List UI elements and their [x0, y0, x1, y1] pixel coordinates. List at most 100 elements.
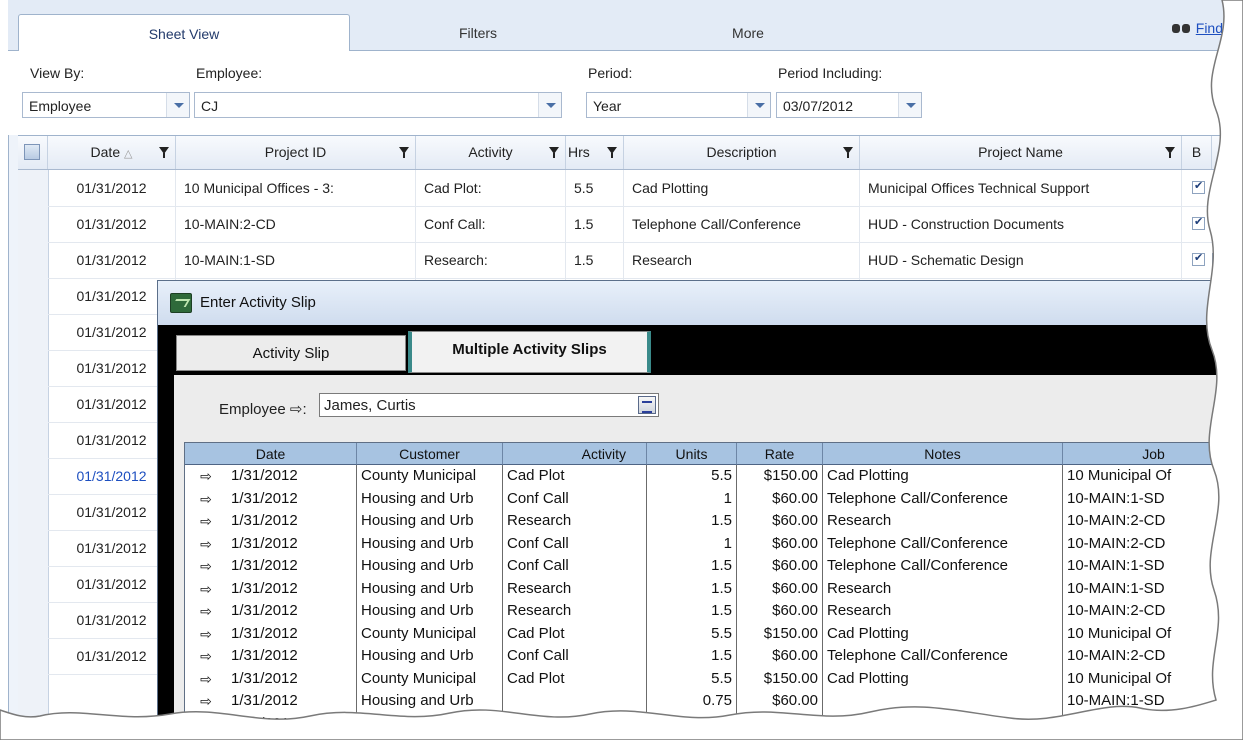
table-row[interactable]: ⇨ 1/31/2012 Housing and Urb Research 1.5 $60.…: [185, 600, 1243, 623]
cell-activity[interactable]: Conf Call: [503, 645, 647, 668]
cell-activity[interactable]: Conf Call: [503, 487, 647, 510]
cell-date[interactable]: 1/31/2012: [227, 465, 357, 488]
cell-project-name[interactable]: HUD - Construction Documents: [860, 206, 1182, 242]
column-header-description[interactable]: Description: [624, 136, 860, 169]
minimize-button[interactable]: [1212, 297, 1243, 319]
cell-date[interactable]: 01/31/2012: [48, 206, 176, 242]
tab-activity-slip[interactable]: Activity Slip: [176, 335, 406, 371]
table-row[interactable]: ⇨ 1/31/2012 County Municipal Cad Plot 5.5 $15…: [185, 622, 1243, 645]
cell-hrs[interactable]: 1.5: [566, 242, 624, 278]
row-arrow-icon[interactable]: ⇨: [185, 645, 227, 668]
cell-activity[interactable]: Cad Plot: [503, 667, 647, 690]
cell-customer[interactable]: Housing and Urb: [357, 645, 503, 668]
cell-job[interactable]: 10-MAIN:1-SD: [1063, 555, 1243, 578]
employee-select[interactable]: CJ: [194, 92, 562, 118]
cell-notes[interactable]: Cad Plotting: [823, 465, 1063, 488]
cell-notes[interactable]: [823, 712, 1063, 735]
row-arrow-icon[interactable]: ⇨: [185, 713, 227, 736]
chevron-down-icon[interactable]: [166, 93, 189, 117]
cell-notes[interactable]: Telephone Call/Conference: [823, 532, 1063, 555]
cell-rate[interactable]: $150.00: [737, 622, 823, 645]
column-header-units[interactable]: Units: [647, 443, 737, 465]
cell-activity[interactable]: Conf Call:: [416, 206, 566, 242]
cell-date[interactable]: 1/31/2012: [227, 600, 357, 623]
cell-date[interactable]: 1/31/2012: [227, 532, 357, 555]
grid-filter-toggle[interactable]: [18, 136, 48, 169]
column-header-project-name[interactable]: Project Name: [860, 136, 1182, 169]
cell-units[interactable]: 1.5: [647, 555, 737, 578]
table-row[interactable]: ⇨ 1/31/2012 Housing and Urb Conf Call 1 $60.0…: [185, 532, 1243, 556]
billable-checkbox[interactable]: [1192, 251, 1205, 266]
extra-checkbox[interactable]: [1212, 253, 1225, 266]
cell-customer[interactable]: County Municipal: [357, 667, 503, 690]
cell-activity[interactable]: Research: [503, 600, 647, 623]
view-by-select[interactable]: Employee: [22, 92, 190, 118]
cell-customer[interactable]: County Municipal: [357, 465, 503, 488]
chevron-down-icon[interactable]: [538, 93, 561, 117]
cell-date[interactable]: 1/31/2012: [227, 690, 357, 713]
cell-units[interactable]: 1.5: [647, 645, 737, 668]
cell-rate[interactable]: $60.00: [737, 487, 823, 510]
cell-customer[interactable]: Housing and Urb: [357, 510, 503, 533]
billable-checkbox[interactable]: [1192, 215, 1205, 230]
cell-customer[interactable]: Housing and Urb: [357, 555, 503, 578]
cell-job[interactable]: 10 Municipal Of: [1063, 668, 1243, 691]
billable-checkbox[interactable]: [1192, 179, 1205, 194]
row-arrow-icon[interactable]: ⇨: [185, 555, 227, 578]
row-arrow-icon[interactable]: ⇨: [185, 600, 227, 623]
cell-notes[interactable]: Research: [823, 577, 1063, 600]
cell-activity[interactable]: [503, 712, 647, 735]
cell-activity[interactable]: Research: [503, 577, 647, 600]
row-arrow-icon[interactable]: ⇨: [185, 510, 227, 533]
row-selector-column[interactable]: [18, 170, 49, 740]
funnel-icon[interactable]: [399, 147, 409, 158]
row-arrow-icon[interactable]: ⇨: [185, 668, 227, 691]
tab-filters[interactable]: Filters: [353, 14, 603, 50]
extra-checkbox[interactable]: [1212, 217, 1225, 230]
cell-rate[interactable]: $150.00: [737, 465, 823, 488]
cell-notes[interactable]: Cad Plotting: [823, 667, 1063, 690]
cell-notes[interactable]: Telephone Call/Conference: [823, 645, 1063, 668]
cell-date[interactable]: 1/31/2012: [227, 712, 357, 735]
find-control[interactable]: Find: [1171, 20, 1223, 36]
funnel-icon[interactable]: [607, 147, 617, 158]
cell-activity[interactable]: Cad Plot:: [416, 170, 566, 206]
funnel-icon[interactable]: [159, 147, 169, 158]
cell-rate[interactable]: $60.00: [737, 510, 823, 533]
table-row[interactable]: 01/31/2012 10-MAIN:1-SD Research: 1.5 Resear…: [48, 242, 1243, 279]
cell-hrs[interactable]: 1.5: [566, 206, 624, 242]
cell-rate[interactable]: $150.00: [737, 667, 823, 690]
cell-units[interactable]: 1: [647, 532, 737, 555]
cell-units[interactable]: 5.5: [647, 667, 737, 690]
cell-rate[interactable]: $60.00: [737, 645, 823, 668]
cell-notes[interactable]: [823, 690, 1063, 713]
tab-multiple-activity-slips[interactable]: Multiple Activity Slips: [408, 331, 651, 373]
tab-sheet-view[interactable]: Sheet View: [18, 14, 350, 51]
cell-units[interactable]: 1.5: [647, 510, 737, 533]
cell-customer[interactable]: Housing and Urb: [357, 690, 503, 713]
cell-job[interactable]: 10 Municipal Of: [1063, 465, 1243, 488]
cell-units[interactable]: 1.5: [647, 577, 737, 600]
cell-job[interactable]: 10-MAIN:2-CD: [1063, 533, 1243, 556]
cell-job[interactable]: 10-MAIN:2-CD: [1063, 645, 1243, 668]
column-header-customer[interactable]: Customer: [357, 443, 503, 465]
table-row[interactable]: ⇨ 1/31/2012 County Municipal Cad Plot 5.5 $15…: [185, 667, 1243, 691]
cell-activity[interactable]: Conf Call: [503, 555, 647, 578]
employee-select[interactable]: James, Curtis: [319, 393, 659, 417]
row-arrow-icon[interactable]: ⇨: [185, 465, 227, 488]
cell-job[interactable]: 10-MAIN:1-SD: [1063, 690, 1243, 713]
cell-notes[interactable]: Telephone Call/Conference: [823, 555, 1063, 578]
cell-units[interactable]: 5.5: [647, 465, 737, 488]
cell-customer[interactable]: Housing and Urb: [357, 600, 503, 623]
cell-date[interactable]: 01/31/2012: [48, 242, 176, 278]
funnel-icon[interactable]: [843, 147, 853, 158]
column-header-rate[interactable]: Rate: [737, 443, 823, 465]
column-header-job[interactable]: Job: [1063, 443, 1243, 465]
cell-activity[interactable]: [503, 690, 647, 713]
cell-units[interactable]: 1: [647, 487, 737, 510]
column-header-hrs[interactable]: Hrs: [566, 136, 624, 169]
column-header-date[interactable]: Date △: [48, 136, 176, 169]
cell-date[interactable]: 1/31/2012: [227, 555, 357, 578]
table-row[interactable]: ⇨ 1/31/2012 County Municipal Cad Plot 5.5 $15…: [185, 465, 1243, 488]
table-row[interactable]: ⇨ 1/31/2012 1.5 10-MAIN:2-CD: [185, 712, 1243, 736]
